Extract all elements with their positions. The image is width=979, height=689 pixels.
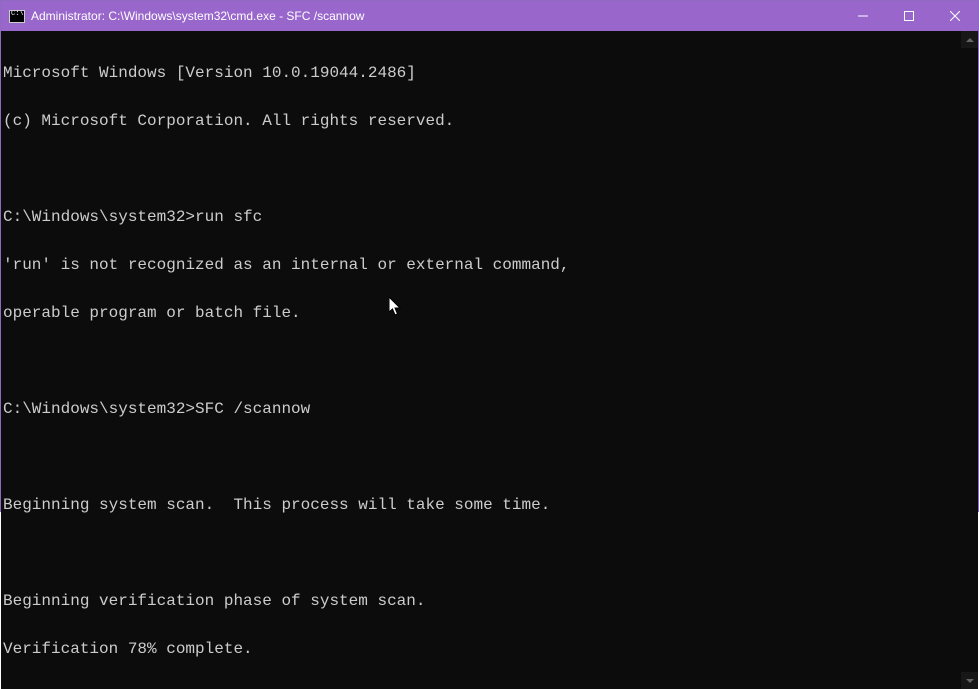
output-line: Microsoft Windows [Version 10.0.19044.24…	[3, 65, 961, 81]
output-line: Verification 78% complete.	[3, 641, 961, 657]
output-line: 'run' is not recognized as an internal o…	[3, 257, 961, 273]
window-controls	[840, 1, 978, 31]
output-line	[3, 161, 961, 177]
maximize-button[interactable]	[886, 1, 932, 31]
scroll-up-button[interactable]	[961, 31, 978, 48]
prompt-line: C:\Windows\system32>SFC /scannow	[3, 401, 961, 417]
window-title: Administrator: C:\Windows\system32\cmd.e…	[31, 9, 840, 23]
output-line: operable program or batch file.	[3, 305, 961, 321]
prompt-line: C:\Windows\system32>run sfc	[3, 209, 961, 225]
output-line	[3, 545, 961, 561]
titlebar[interactable]: C:\ Administrator: C:\Windows\system32\c…	[1, 1, 978, 31]
output-line: Beginning verification phase of system s…	[3, 593, 961, 609]
output-line	[3, 353, 961, 369]
cmd-window: C:\ Administrator: C:\Windows\system32\c…	[0, 0, 979, 512]
scroll-down-button[interactable]	[961, 672, 978, 689]
output-line	[3, 449, 961, 465]
terminal-output[interactable]: Microsoft Windows [Version 10.0.19044.24…	[1, 31, 961, 689]
output-line: (c) Microsoft Corporation. All rights re…	[3, 113, 961, 129]
cmd-icon: C:\	[9, 8, 25, 24]
minimize-button[interactable]	[840, 1, 886, 31]
close-button[interactable]	[932, 1, 978, 31]
output-line: Beginning system scan. This process will…	[3, 497, 961, 513]
vertical-scrollbar[interactable]	[961, 31, 978, 689]
content-area: Microsoft Windows [Version 10.0.19044.24…	[1, 31, 978, 689]
